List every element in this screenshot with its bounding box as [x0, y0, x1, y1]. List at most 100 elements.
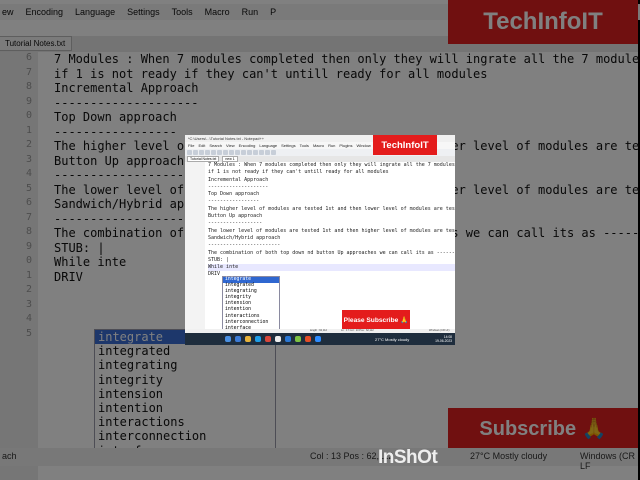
bg-status-weather: 27°C Mostly cloudy — [470, 451, 548, 461]
bg-line-number: 8 — [25, 81, 32, 92]
bg-ac-item: intention — [98, 401, 164, 416]
menu-file[interactable]: File — [188, 142, 194, 149]
paste-icon[interactable] — [235, 150, 240, 155]
bg-line-number: 1 — [25, 124, 32, 136]
notepadpp-window: *C:\Users\...\Tutorial Notes.txt - Notep… — [185, 135, 455, 345]
cut-icon[interactable] — [223, 150, 228, 155]
menu-run[interactable]: Run — [328, 142, 335, 149]
menu-view[interactable]: View — [226, 142, 235, 149]
menu-window[interactable]: Window — [357, 142, 371, 149]
zoom-in-icon[interactable] — [265, 150, 270, 155]
bg-tab: Tutorial Notes.txt — [0, 36, 73, 51]
menu-plugins[interactable]: Plugins — [339, 142, 352, 149]
file-explorer-icon[interactable] — [245, 336, 251, 342]
bg-menu-item: Tools — [171, 7, 193, 17]
code-line: Top Down approach — [208, 191, 260, 198]
bg-line-number: 4 — [25, 168, 32, 179]
edge-icon[interactable] — [255, 336, 261, 342]
background-brand-banner: TechInfoIT — [448, 0, 638, 44]
bg-code-line: if 1 is not ready if they can't untill r… — [54, 66, 488, 81]
bg-line-number: 4 — [25, 313, 32, 324]
bg-line-number: 3 — [25, 298, 32, 310]
background-subscribe-banner: Subscribe 🙏 — [448, 408, 638, 448]
save-all-icon[interactable] — [205, 150, 210, 155]
bg-line-number: 5 — [25, 182, 32, 194]
code-line: if 1 is not ready if they can't untill r… — [208, 169, 389, 176]
copy-icon[interactable] — [229, 150, 234, 155]
bg-ac-item: integrating — [98, 358, 178, 373]
bg-line-number: 1 — [25, 269, 32, 281]
replace-icon[interactable] — [259, 150, 264, 155]
chrome-icon[interactable] — [265, 336, 271, 342]
code-line: ------------------------ — [208, 242, 281, 249]
autocomplete-popup[interactable]: integrate integrated integrating integri… — [222, 276, 280, 333]
menu-edit[interactable]: Edit — [198, 142, 205, 149]
background-statusbar: ach Col : 13 Pos : 62,112 27°C Mostly cl… — [0, 448, 638, 471]
code-line: -------------------- — [208, 183, 269, 190]
start-icon[interactable] — [225, 336, 231, 342]
bg-ac-item: intension — [98, 386, 164, 401]
bg-ac-item: integrity — [98, 372, 164, 387]
browser-icon[interactable] — [305, 336, 311, 342]
taskbar-icons — [225, 336, 321, 342]
print-icon[interactable] — [217, 150, 222, 155]
bg-code-line: 7 Modules : When 7 modules completed the… — [54, 52, 640, 66]
new-file-icon[interactable] — [187, 150, 192, 155]
bg-code-line: Top Down approach — [54, 110, 177, 124]
menu-language[interactable]: Language — [259, 142, 277, 149]
bg-line-number: 7 — [25, 211, 32, 223]
bg-line-number: 0 — [25, 110, 32, 121]
bg-line-number: 2 — [25, 139, 32, 150]
bg-line-number: 3 — [25, 153, 32, 165]
bg-menu-item: ew — [2, 7, 14, 17]
weather-widget[interactable]: 27°C Mostly cloudy — [375, 337, 409, 342]
open-file-icon[interactable] — [193, 150, 198, 155]
bg-line-number: 7 — [25, 66, 32, 78]
code-line-current: While inte — [208, 264, 455, 272]
bg-code-line: Incremental Approach — [54, 81, 199, 95]
menu-settings[interactable]: Settings — [281, 142, 295, 149]
code-line: STUB: | — [208, 256, 230, 263]
code-line: Sandwich/Hybrid approach — [208, 234, 281, 241]
redo-icon[interactable] — [247, 150, 252, 155]
close-icon[interactable] — [211, 150, 216, 155]
background-gutter: 6 7 8 9 0 1 2 3 4 5 6 7 8 9 0 1 2 3 4 5 — [0, 52, 38, 480]
menu-tools[interactable]: Tools — [300, 142, 309, 149]
find-icon[interactable] — [253, 150, 258, 155]
bg-ac-item: interconnection — [98, 429, 207, 444]
code-line: 7 Modules : When 7 modules completed the… — [208, 162, 455, 168]
notepadpp-icon[interactable] — [295, 336, 301, 342]
app-icon[interactable] — [275, 336, 281, 342]
menu-search[interactable]: Search — [209, 142, 222, 149]
code-line: Incremental Approach — [208, 176, 269, 183]
teams-icon[interactable] — [285, 336, 291, 342]
code-line: ----------------- — [208, 198, 260, 205]
bg-line-number: 2 — [25, 284, 32, 295]
bg-status-eol: Windows (CR LF — [580, 451, 636, 471]
bg-ac-item: interactions — [98, 415, 185, 430]
search-icon[interactable] — [235, 336, 241, 342]
undo-icon[interactable] — [241, 150, 246, 155]
zoom-icon[interactable] — [315, 336, 321, 342]
bg-line-number: 6 — [25, 197, 32, 208]
taskbar-clock[interactable]: 14:08 19-06-2023 — [435, 335, 452, 343]
menu-macro[interactable]: Macro — [313, 142, 324, 149]
line-number-gutter — [185, 162, 205, 329]
zoom-out-icon[interactable] — [271, 150, 276, 155]
bg-menu-item: Language — [75, 7, 116, 17]
code-line: The lower level of modules are tested 1s… — [208, 227, 455, 234]
menu-encoding[interactable]: Encoding — [239, 142, 256, 149]
code-line: Button Up approach — [208, 213, 263, 220]
bg-code-line: -------------------- — [54, 95, 199, 110]
editor-text[interactable]: 7 Modules : When 7 modules completed the… — [208, 162, 455, 279]
subscribe-banner: Please Subscribe 🙏 — [342, 310, 410, 329]
code-line: ------------------ — [208, 220, 263, 227]
code-line: The higher level of modules are tested 1… — [208, 205, 455, 212]
code-line: The combination of both top down nd butt… — [208, 249, 455, 256]
editor-area[interactable]: 7 Modules : When 7 modules completed the… — [185, 162, 455, 333]
bg-status-left: ach — [2, 451, 17, 461]
bg-line-number: 0 — [25, 255, 32, 266]
save-icon[interactable] — [199, 150, 204, 155]
background-autocomplete: integrate integrated integrating integri… — [94, 329, 276, 459]
bg-line-number: 9 — [25, 95, 32, 107]
